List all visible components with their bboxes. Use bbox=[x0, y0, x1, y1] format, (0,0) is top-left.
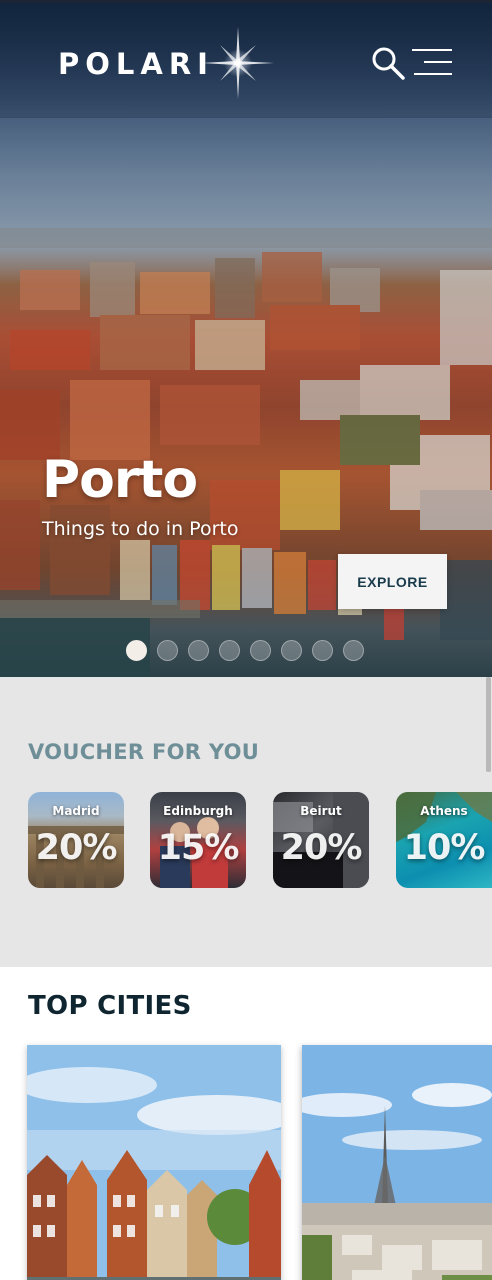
paris-image bbox=[302, 1045, 492, 1280]
carousel-pagination bbox=[126, 640, 364, 661]
voucher-section-title: VOUCHER FOR YOU bbox=[28, 740, 260, 764]
voucher-card-edinburgh[interactable]: Edinburgh 15% bbox=[150, 792, 246, 888]
carousel-dot[interactable] bbox=[281, 640, 302, 661]
logo-star-icon bbox=[202, 27, 274, 99]
logo-text[interactable]: POLARI bbox=[58, 47, 214, 81]
voucher-city: Beirut bbox=[300, 804, 342, 818]
top-cities-section: TOP CITIES bbox=[0, 967, 492, 1280]
voucher-city: Athens bbox=[420, 804, 468, 818]
top-cities-title: TOP CITIES bbox=[28, 991, 192, 1021]
hero-subtitle: Things to do in Porto bbox=[42, 518, 239, 540]
hero-carousel: POLARI Porto Things to do in Porto EXPLO… bbox=[0, 0, 492, 677]
page-scrollbar[interactable] bbox=[486, 677, 491, 772]
voucher-card-beirut[interactable]: Beirut 20% bbox=[273, 792, 369, 888]
carousel-dot[interactable] bbox=[343, 640, 364, 661]
menu-icon[interactable] bbox=[412, 47, 452, 77]
voucher-city: Edinburgh bbox=[163, 804, 233, 818]
carousel-dot[interactable] bbox=[188, 640, 209, 661]
amsterdam-image bbox=[27, 1045, 281, 1280]
voucher-card-athens[interactable]: Athens 10% bbox=[396, 792, 492, 888]
carousel-dot[interactable] bbox=[219, 640, 240, 661]
voucher-discount: 20% bbox=[35, 828, 118, 868]
carousel-dot[interactable] bbox=[312, 640, 333, 661]
voucher-discount: 15% bbox=[157, 828, 240, 868]
voucher-card-madrid[interactable]: Madrid 20% bbox=[28, 792, 124, 888]
voucher-discount: 20% bbox=[280, 828, 363, 868]
city-card-paris[interactable] bbox=[302, 1045, 492, 1280]
city-card-amsterdam[interactable] bbox=[27, 1045, 281, 1280]
search-icon[interactable] bbox=[370, 45, 406, 81]
explore-button[interactable]: EXPLORE bbox=[338, 554, 447, 609]
voucher-city: Madrid bbox=[52, 804, 100, 818]
top-navigation-bar: POLARI bbox=[0, 0, 492, 118]
carousel-dot[interactable] bbox=[250, 640, 271, 661]
hero-title: Porto bbox=[42, 450, 198, 510]
carousel-dot[interactable] bbox=[126, 640, 147, 661]
voucher-section: VOUCHER FOR YOU Madrid 20% Edinburgh 15%… bbox=[0, 677, 492, 967]
voucher-discount: 10% bbox=[403, 828, 486, 868]
carousel-dot[interactable] bbox=[157, 640, 178, 661]
